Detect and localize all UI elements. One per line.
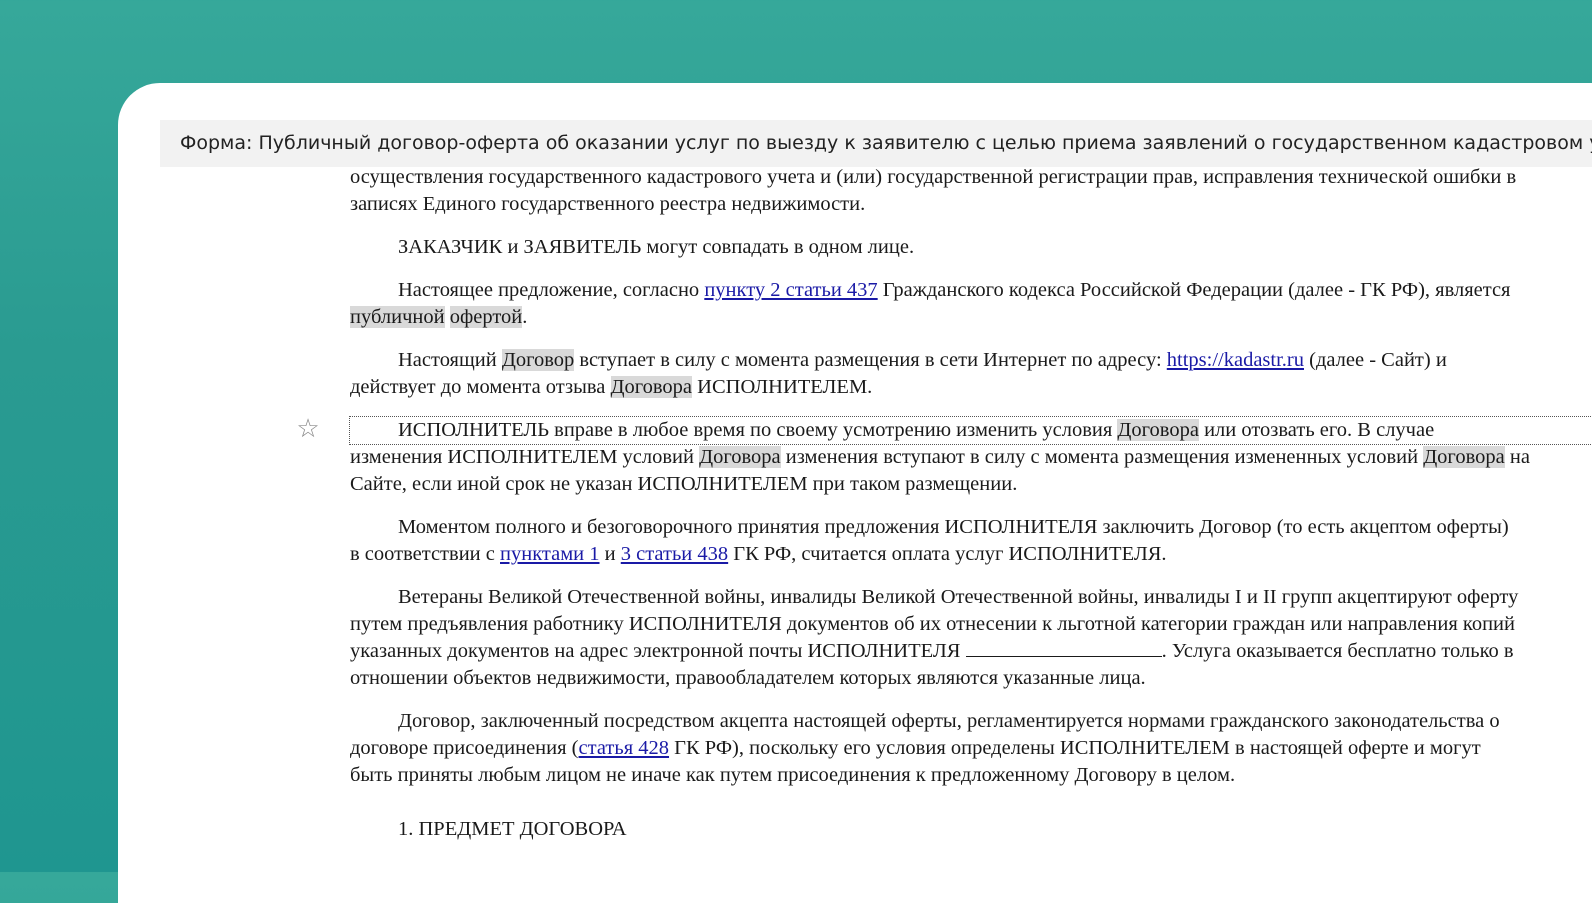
text: Гражданского кодекса Российской Федераци… [877, 279, 1511, 301]
link-article-428[interactable]: статья 428 [579, 737, 670, 759]
paragraph-3: Настоящий Договор вступает в силу с моме… [350, 347, 1592, 401]
text: . Услуга оказывается бесплатно только в [1161, 640, 1514, 662]
focused-paragraph-line[interactable]: ИСПОЛНИТЕЛЬ вправе в любое время по свое… [349, 416, 1592, 445]
paragraph-line: ЗАКАЗЧИК и ЗАЯВИТЕЛЬ могут совпадать в о… [398, 236, 915, 258]
text: изменения вступают в силу с момента разм… [780, 446, 1424, 468]
text: изменения ИСПОЛНИТЕЛЕМ условий [350, 446, 700, 468]
paragraph-line: Ветераны Великой Отечественной войны, ин… [398, 586, 1519, 608]
paragraph-line: осуществления государственного кадастров… [350, 166, 1517, 188]
text: (далее - Сайт) и [1304, 349, 1447, 371]
star-outline-icon[interactable]: ☆ [294, 415, 322, 443]
text: указанных документов на адрес электронно… [350, 640, 966, 662]
paragraph-line: Моментом полного и безоговорочного приня… [398, 516, 1509, 538]
paragraph-0: осуществления государственного кадастров… [350, 164, 1592, 218]
highlighted-term: публичной [350, 306, 445, 328]
text: ИСПОЛНИТЕЛЕМ. [692, 376, 873, 398]
link-article-438[interactable]: 3 статьи 438 [621, 543, 728, 565]
paragraph-line: договоре присоединения (статья 428 ГК РФ… [350, 735, 1592, 762]
text: ГК РФ, считается оплата услуг ИСПОЛНИТЕЛ… [728, 543, 1167, 565]
paragraph-line: Договор, заключенный посредством акцепта… [398, 710, 1500, 732]
paragraph-line: Сайте, если иной срок не указан ИСПОЛНИТ… [350, 473, 1018, 495]
text: Настоящее предложение, согласно [398, 279, 705, 301]
link-article-437[interactable]: пункту 2 статьи 437 [704, 279, 877, 301]
highlighted-term: Договора [1117, 419, 1199, 441]
document-window: Форма: Публичный договор-оферта об оказа… [118, 83, 1592, 903]
paragraph-line: в соответствии с пунктами 1 и 3 статьи 4… [350, 541, 1592, 568]
text: ИСПОЛНИТЕЛЬ вправе в любое время по свое… [398, 419, 1118, 441]
paragraph-line: отношении объектов недвижимости, правооб… [350, 667, 1146, 689]
paragraph-line: публичной офертой. [350, 304, 1592, 331]
paragraph-line: Настоящее предложение, согласно пункту 2… [350, 277, 1592, 304]
text [445, 306, 450, 328]
paragraph-2: Настоящее предложение, согласно пункту 2… [350, 277, 1592, 331]
text: действует до момента отзыва [350, 376, 611, 398]
document-title: Форма: Публичный договор-оферта об оказа… [160, 120, 1592, 167]
text: договоре присоединения ( [350, 737, 579, 759]
email-blank-field [965, 638, 1162, 657]
paragraph-4: ИСПОЛНИТЕЛЬ вправе в любое время по свое… [349, 416, 1592, 498]
paragraph-7: Договор, заключенный посредством акцепта… [350, 708, 1592, 789]
document-body: осуществления государственного кадастров… [349, 164, 1592, 843]
highlighted-term: офертой [449, 306, 523, 328]
paragraph-6: Ветераны Великой Отечественной войны, ин… [350, 584, 1592, 692]
text: или отозвать его. В случае [1198, 419, 1435, 441]
text: и [599, 543, 621, 565]
text: Настоящий [398, 349, 502, 371]
paragraph-5: Моментом полного и безоговорочного приня… [350, 514, 1592, 568]
paragraph-line: действует до момента отзыва Договора ИСП… [350, 374, 1592, 401]
highlighted-term: Договора [1423, 446, 1505, 468]
paragraph-line: изменения ИСПОЛНИТЕЛЕМ условий Договора … [350, 444, 1592, 471]
link-points-1[interactable]: пунктами 1 [500, 543, 600, 565]
text: вступает в силу с момента размещения в с… [574, 349, 1167, 371]
text: на [1504, 446, 1530, 468]
link-site-url[interactable]: https://kadastr.ru [1167, 349, 1304, 371]
text: в соответствии с [350, 543, 500, 565]
paragraph-line: быть приняты любым лицом не иначе как пу… [350, 764, 1236, 786]
highlighted-term: Договора [610, 376, 693, 398]
text: ГК РФ), поскольку его условия определены… [669, 737, 1481, 759]
section-heading: 1. ПРЕДМЕТ ДОГОВОРА [398, 818, 627, 840]
paragraph-line: Настоящий Договор вступает в силу с моме… [350, 347, 1592, 374]
paragraph-line: указанных документов на адрес электронно… [350, 638, 1592, 665]
paragraph-line: путем предъявления работнику ИСПОЛНИТЕЛЯ… [350, 613, 1515, 635]
highlighted-term: Договора [699, 446, 781, 468]
paragraph-line: записях Единого государственного реестра… [350, 193, 866, 215]
text: . [522, 306, 528, 328]
highlighted-term: Договор [501, 349, 575, 371]
paragraph-1: ЗАКАЗЧИК и ЗАЯВИТЕЛЬ могут совпадать в о… [350, 234, 1592, 261]
